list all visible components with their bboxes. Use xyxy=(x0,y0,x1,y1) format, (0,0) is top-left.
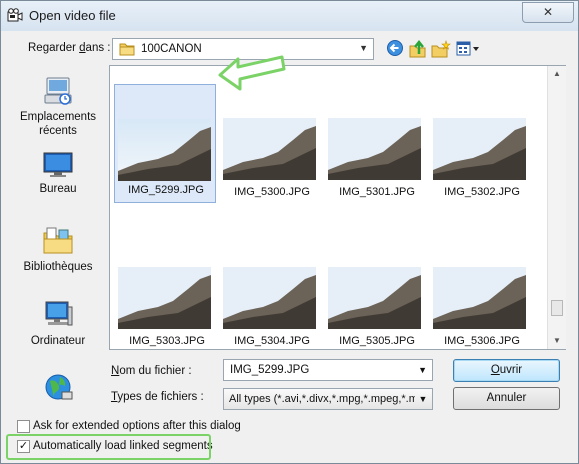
vertical-scrollbar[interactable]: ▲ ▼ xyxy=(547,66,566,349)
computer-icon xyxy=(42,301,74,334)
title-bar[interactable]: Open video file ✕ xyxy=(1,1,578,31)
file-name: IMG_5302.JPG xyxy=(444,186,520,198)
libraries-icon xyxy=(42,227,74,260)
desktop-icon xyxy=(42,152,74,182)
up-folder-icon[interactable] xyxy=(408,39,428,59)
open-button[interactable]: Ouvrir xyxy=(453,359,560,382)
file-item[interactable]: IMG_5299.JPG xyxy=(114,84,216,203)
place-network[interactable] xyxy=(13,371,103,406)
chevron-down-icon[interactable]: ▼ xyxy=(415,390,431,408)
photo-thumbnail xyxy=(328,118,421,180)
place-recent-label-1: Emplacements xyxy=(19,111,97,123)
close-icon: ✕ xyxy=(542,5,554,19)
scroll-down-icon[interactable]: ▼ xyxy=(553,336,561,345)
file-name-label: Nom du fichier : xyxy=(111,365,192,377)
place-recent[interactable]: Emplacements récents xyxy=(13,75,103,138)
new-folder-icon[interactable] xyxy=(431,39,451,59)
scrollbar-thumb[interactable] xyxy=(551,300,563,316)
chevron-down-icon[interactable]: ▼ xyxy=(418,365,427,375)
file-type-value: All types (*.avi,*.divx,*.mpg,*.mpeg,*.m… xyxy=(229,393,425,405)
file-name: IMG_5304.JPG xyxy=(234,335,310,347)
cancel-button-label: Annuler xyxy=(486,392,527,404)
file-type-label-post: ypes de fichiers : xyxy=(117,391,204,403)
file-item[interactable]: IMG_5302.JPG xyxy=(431,118,531,218)
file-name: IMG_5306.JPG xyxy=(444,335,520,347)
file-list-view[interactable]: IMG_5299.JPG IMG_5300.JPG IMG_5301.JPG I… xyxy=(109,65,566,350)
file-name: IMG_5299.JPG xyxy=(128,184,204,196)
folder-icon xyxy=(119,42,135,59)
look-in-label: Regarder dans : xyxy=(28,42,110,54)
photo-thumbnail xyxy=(433,267,526,329)
close-button[interactable]: ✕ xyxy=(522,2,574,23)
look-in-value: 100CANON xyxy=(141,43,202,55)
place-recent-label-2: récents xyxy=(39,125,77,137)
open-video-file-dialog: Open video file ✕ Regarder dans : 100CAN… xyxy=(0,0,579,464)
place-libraries-label: Bibliothèques xyxy=(23,261,93,273)
file-item[interactable]: IMG_5300.JPG xyxy=(221,118,321,218)
open-button-key: O xyxy=(490,364,500,376)
photo-thumbnail xyxy=(118,119,211,181)
places-bar: Emplacements récents Bureau Bibliothèque… xyxy=(13,65,103,415)
recent-places-icon xyxy=(42,77,74,110)
film-camera-icon xyxy=(7,8,23,26)
look-in-label-pre: Regarder xyxy=(28,42,80,54)
file-name: IMG_5305.JPG xyxy=(339,335,415,347)
file-name: IMG_5303.JPG xyxy=(129,335,205,347)
file-name-input[interactable]: IMG_5299.JPG ▼ xyxy=(223,359,433,381)
scroll-up-icon[interactable]: ▲ xyxy=(553,69,561,78)
cancel-button[interactable]: Annuler xyxy=(453,387,560,410)
place-computer-label: Ordinateur xyxy=(30,335,86,347)
file-item[interactable]: IMG_5306.JPG xyxy=(431,267,531,347)
network-icon xyxy=(42,374,74,406)
photo-thumbnail xyxy=(328,267,421,329)
checkbox-box[interactable] xyxy=(17,420,30,433)
file-type-select[interactable]: All types (*.avi,*.divx,*.mpg,*.mpeg,*.m… xyxy=(223,388,433,410)
extended-options-label: Ask for extended options after this dial… xyxy=(33,420,241,432)
open-button-label: uvrir xyxy=(499,364,523,376)
annotation-arrow-icon xyxy=(218,55,286,91)
back-icon[interactable] xyxy=(386,39,406,59)
photo-thumbnail xyxy=(118,267,211,329)
file-name-value: IMG_5299.JPG xyxy=(230,364,310,376)
place-libraries[interactable]: Bibliothèques xyxy=(13,225,103,274)
file-item[interactable]: IMG_5303.JPG xyxy=(116,267,216,347)
file-type-label: Types de fichiers : xyxy=(111,391,204,403)
photo-thumbnail xyxy=(433,118,526,180)
view-menu-icon[interactable] xyxy=(455,39,481,59)
annotation-highlight-box xyxy=(6,434,211,460)
chevron-down-icon: ▼ xyxy=(359,43,368,53)
file-name-label-post: om du fichier : xyxy=(119,365,192,377)
file-item[interactable]: IMG_5304.JPG xyxy=(221,267,321,347)
photo-thumbnail xyxy=(223,267,316,329)
photo-thumbnail xyxy=(223,118,316,180)
file-name: IMG_5301.JPG xyxy=(339,186,415,198)
file-item[interactable]: IMG_5301.JPG xyxy=(326,118,426,218)
window-title: Open video file xyxy=(29,8,116,23)
file-item[interactable]: IMG_5305.JPG xyxy=(326,267,426,347)
place-desktop[interactable]: Bureau xyxy=(13,151,103,196)
file-name: IMG_5300.JPG xyxy=(234,186,310,198)
place-computer[interactable]: Ordinateur xyxy=(13,299,103,348)
look-in-label-post: ans : xyxy=(85,42,111,54)
place-desktop-label: Bureau xyxy=(39,183,77,195)
